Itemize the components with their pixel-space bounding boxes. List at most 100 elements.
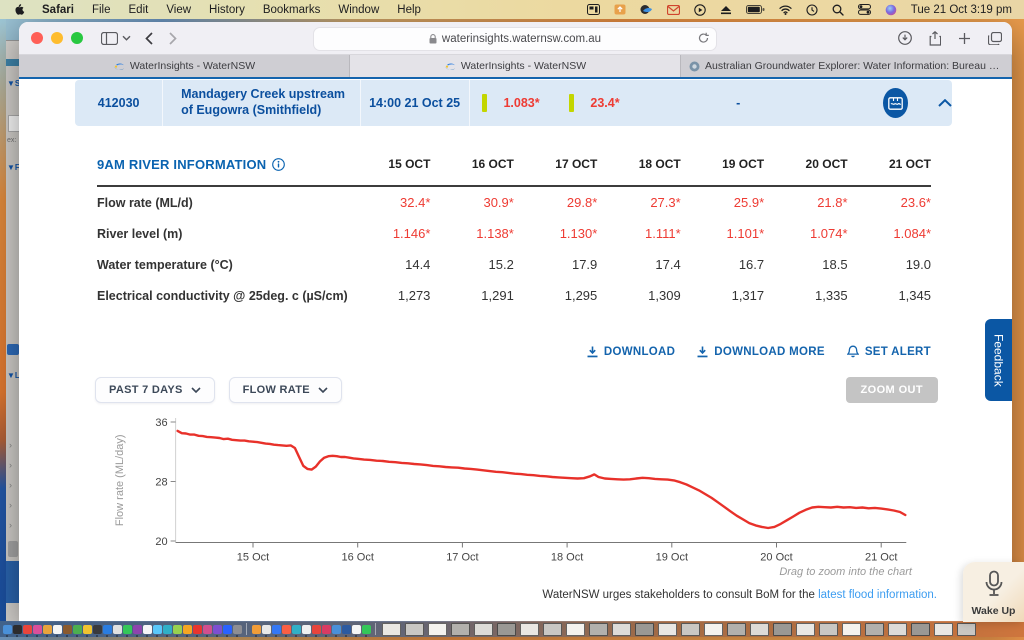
dock-app-icon[interactable]	[232, 624, 242, 637]
dock-app-icon[interactable]	[331, 624, 341, 637]
dock-app-icon[interactable]	[261, 624, 271, 637]
dock-app-icon[interactable]	[341, 624, 351, 637]
zoom-window-button[interactable]	[71, 32, 83, 44]
address-bar[interactable]: waterinsights.waternsw.com.au	[313, 27, 717, 51]
dock-window-thumbnail[interactable]	[543, 622, 562, 636]
dock-app-icon[interactable]	[102, 624, 112, 637]
dock-app-icon[interactable]	[192, 624, 202, 637]
back-button[interactable]	[145, 31, 153, 45]
dock-app-icon[interactable]	[172, 624, 182, 637]
dock-window-thumbnail[interactable]	[819, 622, 838, 636]
dock-app-icon[interactable]	[212, 624, 222, 637]
dock-app-icon[interactable]	[122, 624, 132, 637]
apple-menu-icon[interactable]	[14, 3, 25, 16]
set-alert-link[interactable]: SET ALERT	[846, 345, 931, 358]
dock-window-thumbnail[interactable]	[474, 622, 493, 636]
station-summary-row[interactable]: 412030 Mandagery Creek upstream of Eugow…	[75, 80, 952, 126]
feedback-tab[interactable]: Feedback	[985, 319, 1012, 401]
paint-app-menu-icon[interactable]	[640, 4, 653, 15]
dock-app-icon[interactable]	[291, 624, 301, 637]
dock-app-icon[interactable]	[222, 624, 232, 637]
dock-app-icon[interactable]	[12, 624, 22, 637]
dock-app-icon[interactable]	[202, 624, 212, 637]
dock-app-icon[interactable]	[82, 624, 92, 637]
downloads-icon[interactable]	[898, 31, 912, 45]
dock-window-thumbnail[interactable]	[635, 622, 654, 636]
dock-window-thumbnail[interactable]	[911, 622, 930, 636]
dock-window-thumbnail[interactable]	[497, 622, 516, 636]
dock-app-icon[interactable]	[72, 624, 82, 637]
dock-window-thumbnail[interactable]	[658, 622, 677, 636]
dock-window-thumbnail[interactable]	[428, 622, 447, 636]
uploader-menu-icon[interactable]	[614, 4, 626, 15]
dock-app-icon[interactable]	[301, 624, 311, 637]
dock-app-icon[interactable]	[32, 624, 42, 637]
dock-window-thumbnail[interactable]	[589, 622, 608, 636]
date-range-dropdown[interactable]: PAST 7 DAYS	[95, 377, 215, 403]
new-tab-icon[interactable]	[958, 32, 971, 45]
control-center-menu-icon[interactable]	[857, 4, 871, 15]
reload-icon[interactable]	[698, 32, 709, 44]
dock[interactable]	[0, 621, 1024, 637]
dock-app-icon[interactable]	[132, 624, 142, 637]
dock-app-icon[interactable]	[52, 624, 62, 637]
dock-app-icon[interactable]	[2, 624, 12, 637]
menu-item-bookmarks[interactable]: Bookmarks	[254, 4, 330, 16]
eject-menu-icon[interactable]	[720, 5, 732, 15]
info-icon[interactable]	[272, 157, 286, 171]
screen-record-menu-icon[interactable]	[586, 4, 600, 15]
dock-window-thumbnail[interactable]	[566, 622, 585, 636]
share-icon[interactable]	[929, 30, 941, 46]
dock-app-icon[interactable]	[152, 624, 162, 637]
tab-overview-icon[interactable]	[988, 31, 1002, 45]
dock-window-thumbnail[interactable]	[750, 622, 769, 636]
hydrometric-station-icon[interactable]	[883, 88, 908, 118]
tab[interactable]: WaterInsights - WaterNSW	[19, 55, 350, 77]
dock-window-thumbnail[interactable]	[451, 622, 470, 636]
menu-item-file[interactable]: File	[83, 4, 120, 16]
dock-app-icon[interactable]	[22, 624, 32, 637]
menu-item-help[interactable]: Help	[388, 4, 430, 16]
download-link[interactable]: DOWNLOAD	[587, 346, 675, 358]
flood-information-link[interactable]: latest flood information.	[818, 589, 937, 601]
metric-dropdown[interactable]: FLOW RATE	[228, 377, 342, 403]
dock-app-icon[interactable]	[361, 624, 371, 637]
flow-rate-chart[interactable]: 20 28 36 15 Oct 16 Oct 17 Oct 18 Oct 19 Oct 20 O…	[19, 407, 979, 582]
wifi-menu-icon[interactable]	[779, 4, 792, 15]
dock-app-icon[interactable]	[271, 624, 281, 637]
mail-menu-icon[interactable]	[666, 4, 680, 15]
dock-window-thumbnail[interactable]	[773, 622, 792, 636]
siri-menu-icon[interactable]	[885, 4, 897, 16]
dock-window-thumbnail[interactable]	[704, 622, 723, 636]
dock-window-thumbnail[interactable]	[382, 622, 401, 636]
menu-item-history[interactable]: History	[200, 4, 254, 16]
dock-window-thumbnail[interactable]	[405, 622, 424, 636]
download-more-link[interactable]: DOWNLOAD MORE	[697, 346, 825, 358]
dock-app-icon[interactable]	[162, 624, 172, 637]
dock-app-icon[interactable]	[142, 624, 152, 637]
sidebar-toggle-icon[interactable]	[101, 31, 118, 45]
dock-window-thumbnail[interactable]	[681, 622, 700, 636]
dock-window-thumbnail[interactable]	[520, 622, 539, 636]
dock-app-icon[interactable]	[182, 624, 192, 637]
dock-app-icon[interactable]	[62, 624, 72, 637]
menu-bar-clock[interactable]: Tue 21 Oct 3:19 pm	[911, 4, 1012, 16]
collapse-chevron-icon[interactable]	[938, 99, 952, 107]
tab[interactable]: Australian Groundwater Explorer: Water I…	[681, 55, 1012, 77]
dock-app-icon[interactable]	[112, 624, 122, 637]
dock-window-thumbnail[interactable]	[842, 622, 861, 636]
dock-app-icon[interactable]	[281, 624, 291, 637]
play-circle-menu-icon[interactable]	[694, 3, 706, 16]
spotlight-menu-icon[interactable]	[832, 4, 844, 16]
dock-app-icon[interactable]	[311, 624, 321, 637]
tab[interactable]: WaterInsights - WaterNSW	[350, 55, 681, 77]
dock-window-thumbnail[interactable]	[612, 622, 631, 636]
close-window-button[interactable]	[31, 32, 43, 44]
time-machine-menu-icon[interactable]	[806, 3, 818, 16]
menu-item-edit[interactable]: Edit	[120, 4, 158, 16]
dock-app-icon[interactable]	[321, 624, 331, 637]
dock-app-icon[interactable]	[251, 624, 261, 637]
dock-window-thumbnail[interactable]	[865, 622, 884, 636]
minimize-window-button[interactable]	[51, 32, 63, 44]
dock-window-thumbnail[interactable]	[888, 622, 907, 636]
